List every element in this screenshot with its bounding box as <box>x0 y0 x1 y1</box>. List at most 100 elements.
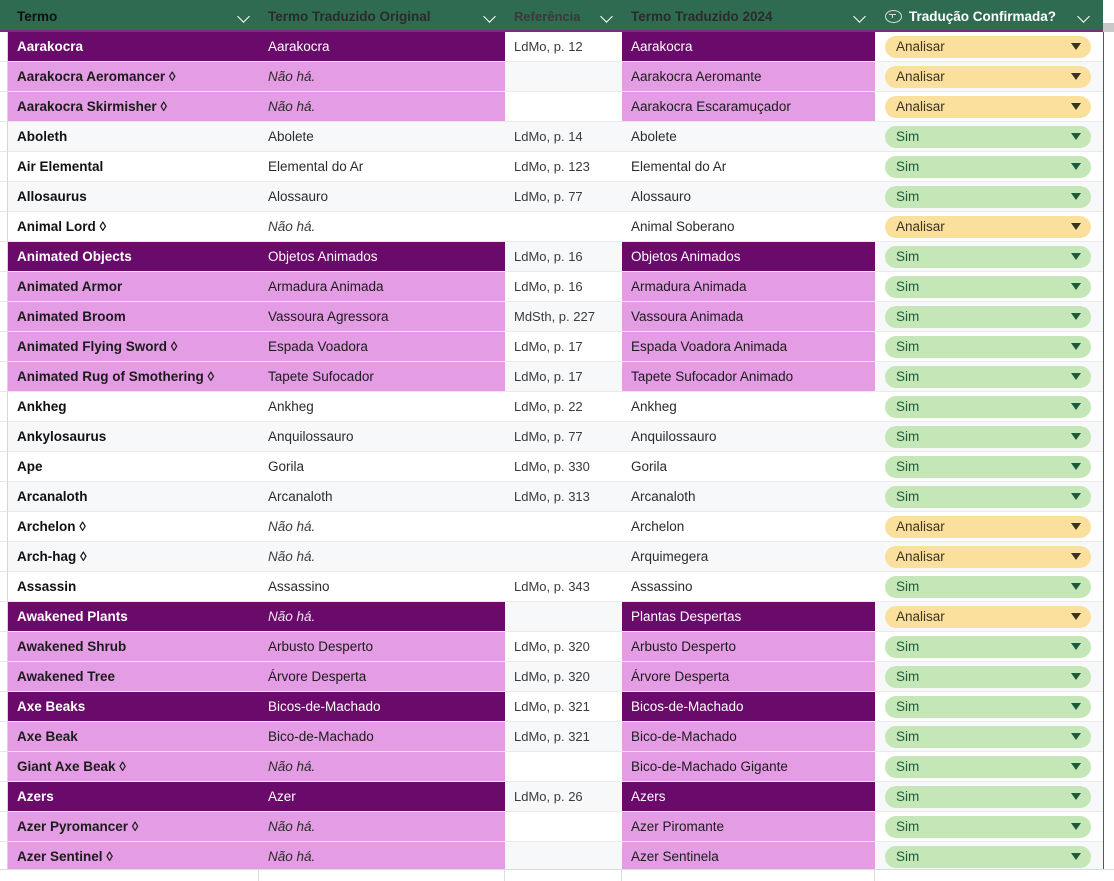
cell-referencia[interactable] <box>505 512 622 542</box>
cell-traducao-confirmada[interactable]: Sim <box>875 182 1103 212</box>
cell-termo-2024[interactable]: Assassino <box>622 572 875 602</box>
confirmation-dropdown[interactable]: Sim <box>885 155 1091 178</box>
cell-referencia[interactable]: LdMo, p. 321 <box>505 722 622 752</box>
filter-icon[interactable] <box>885 9 902 23</box>
cell-traducao-confirmada[interactable]: Sim <box>875 272 1103 302</box>
cell-termo[interactable]: Azer Pyromancer ◊ <box>8 812 259 842</box>
cell-referencia[interactable]: LdMo, p. 17 <box>505 332 622 362</box>
row-gutter[interactable] <box>0 842 8 872</box>
confirmation-dropdown[interactable]: Sim <box>885 275 1091 298</box>
cell-termo-original[interactable]: Não há. <box>259 602 505 632</box>
cell-traducao-confirmada[interactable]: Sim <box>875 242 1103 272</box>
cell-termo-2024[interactable]: Bico-de-Machado Gigante <box>622 752 875 782</box>
cell-termo-original[interactable]: Aarakocra <box>259 32 505 62</box>
confirmation-dropdown[interactable]: Sim <box>885 845 1091 868</box>
confirmation-dropdown[interactable]: Analisar <box>885 65 1091 88</box>
cell-termo-original[interactable]: Não há. <box>259 842 505 872</box>
confirmation-dropdown[interactable]: Sim <box>885 815 1091 838</box>
table-row[interactable]: Axe Beaks Bicos-de-Machado LdMo, p. 321 Bic… <box>0 692 1114 722</box>
table-row[interactable]: Arcanaloth Arcanaloth LdMo, p. 313 Arcanalo… <box>0 482 1114 512</box>
cell-termo-original[interactable]: Não há. <box>259 62 505 92</box>
cell-termo-2024[interactable]: Aarakocra Aeromante <box>622 62 875 92</box>
cell-termo-original[interactable]: Não há. <box>259 512 505 542</box>
cell-termo[interactable]: Animated Armor <box>8 272 259 302</box>
chevron-down-icon[interactable] <box>1071 193 1081 200</box>
chevron-down-icon[interactable] <box>1071 493 1081 500</box>
cell-termo[interactable]: Axe Beaks <box>8 692 259 722</box>
cell-termo-original[interactable]: Assassino <box>259 572 505 602</box>
cell-termo[interactable]: Awakened Tree <box>8 662 259 692</box>
cell-termo-2024[interactable]: Alossauro <box>622 182 875 212</box>
cell-termo-2024[interactable]: Ankheg <box>622 392 875 422</box>
row-gutter[interactable] <box>0 62 8 92</box>
cell-referencia[interactable]: LdMo, p. 320 <box>505 662 622 692</box>
cell-traducao-confirmada[interactable]: Analisar <box>875 602 1103 632</box>
cell-termo[interactable]: Animated Rug of Smothering ◊ <box>8 362 259 392</box>
cell-termo[interactable]: Animal Lord ◊ <box>8 212 259 242</box>
chevron-down-icon[interactable] <box>1071 283 1081 290</box>
chevron-down-icon[interactable] <box>1071 433 1081 440</box>
confirmation-dropdown[interactable]: Sim <box>885 245 1091 268</box>
row-gutter[interactable] <box>0 512 8 542</box>
chevron-down-icon[interactable] <box>1071 583 1081 590</box>
cell-termo-2024[interactable]: Archelon <box>622 512 875 542</box>
row-gutter[interactable] <box>0 32 8 62</box>
confirmation-dropdown[interactable]: Analisar <box>885 215 1091 238</box>
table-row[interactable]: Awakened Plants Não há. Plantas Despertas A… <box>0 602 1114 632</box>
row-gutter[interactable] <box>0 122 8 152</box>
row-gutter[interactable] <box>0 272 8 302</box>
row-gutter[interactable] <box>0 632 8 662</box>
cell-termo-original[interactable]: Vassoura Agressora <box>259 302 505 332</box>
row-gutter[interactable] <box>0 482 8 512</box>
table-row[interactable]: Archelon ◊ Não há. Archelon Analisar <box>0 512 1114 542</box>
chevron-down-icon[interactable] <box>1077 9 1091 23</box>
scrollbar-thumb[interactable] <box>1103 23 1114 32</box>
chevron-down-icon[interactable] <box>1071 523 1081 530</box>
cell-termo-original[interactable]: Não há. <box>259 752 505 782</box>
row-gutter[interactable] <box>0 332 8 362</box>
chevron-down-icon[interactable] <box>1071 373 1081 380</box>
cell-termo[interactable]: Ankylosaurus <box>8 422 259 452</box>
table-row[interactable]: Aarakocra Aeromancer ◊ Não há. Aarakocra A… <box>0 62 1114 92</box>
cell-termo[interactable]: Assassin <box>8 572 259 602</box>
cell-termo-original[interactable]: Bicos-de-Machado <box>259 692 505 722</box>
cell-termo-original[interactable]: Não há. <box>259 212 505 242</box>
cell-termo-2024[interactable]: Abolete <box>622 122 875 152</box>
cell-referencia[interactable]: MdSth, p. 227 <box>505 302 622 332</box>
cell-termo-original[interactable]: Bico-de-Machado <box>259 722 505 752</box>
chevron-down-icon[interactable] <box>1071 73 1081 80</box>
cell-traducao-confirmada[interactable]: Sim <box>875 692 1103 722</box>
chevron-down-icon[interactable] <box>237 9 251 23</box>
chevron-down-icon[interactable] <box>1071 43 1081 50</box>
row-gutter[interactable] <box>0 812 8 842</box>
chevron-down-icon[interactable] <box>1071 163 1081 170</box>
confirmation-dropdown[interactable]: Sim <box>885 335 1091 358</box>
cell-traducao-confirmada[interactable]: Analisar <box>875 32 1103 62</box>
cell-referencia[interactable]: LdMo, p. 16 <box>505 242 622 272</box>
cell-termo[interactable]: Arcanaloth <box>8 482 259 512</box>
chevron-down-icon[interactable] <box>1071 343 1081 350</box>
cell-termo-original[interactable]: Arcanaloth <box>259 482 505 512</box>
row-gutter[interactable] <box>0 752 8 782</box>
chevron-down-icon[interactable] <box>1071 613 1081 620</box>
cell-termo[interactable]: Animated Flying Sword ◊ <box>8 332 259 362</box>
cell-termo[interactable]: Ape <box>8 452 259 482</box>
chevron-down-icon[interactable] <box>1071 463 1081 470</box>
cell-termo[interactable]: Aarakocra Skirmisher ◊ <box>8 92 259 122</box>
row-gutter[interactable] <box>0 572 8 602</box>
row-gutter[interactable] <box>0 422 8 452</box>
cell-termo-2024[interactable]: Arquimegera <box>622 542 875 572</box>
cell-termo[interactable]: Aarakocra <box>8 32 259 62</box>
cell-traducao-confirmada[interactable]: Sim <box>875 722 1103 752</box>
chevron-down-icon[interactable] <box>1071 133 1081 140</box>
cell-termo[interactable]: Axe Beak <box>8 722 259 752</box>
cell-traducao-confirmada[interactable]: Analisar <box>875 212 1103 242</box>
chevron-down-icon[interactable] <box>1071 793 1081 800</box>
cell-termo-2024[interactable]: Bico-de-Machado <box>622 722 875 752</box>
cell-termo-original[interactable]: Não há. <box>259 542 505 572</box>
cell-referencia[interactable]: LdMo, p. 77 <box>505 422 622 452</box>
row-gutter[interactable] <box>0 722 8 752</box>
cell-traducao-confirmada[interactable]: Sim <box>875 302 1103 332</box>
column-header-termo[interactable]: Termo <box>8 0 259 32</box>
table-row[interactable]: Animal Lord ◊ Não há. Animal Soberano Anali… <box>0 212 1114 242</box>
